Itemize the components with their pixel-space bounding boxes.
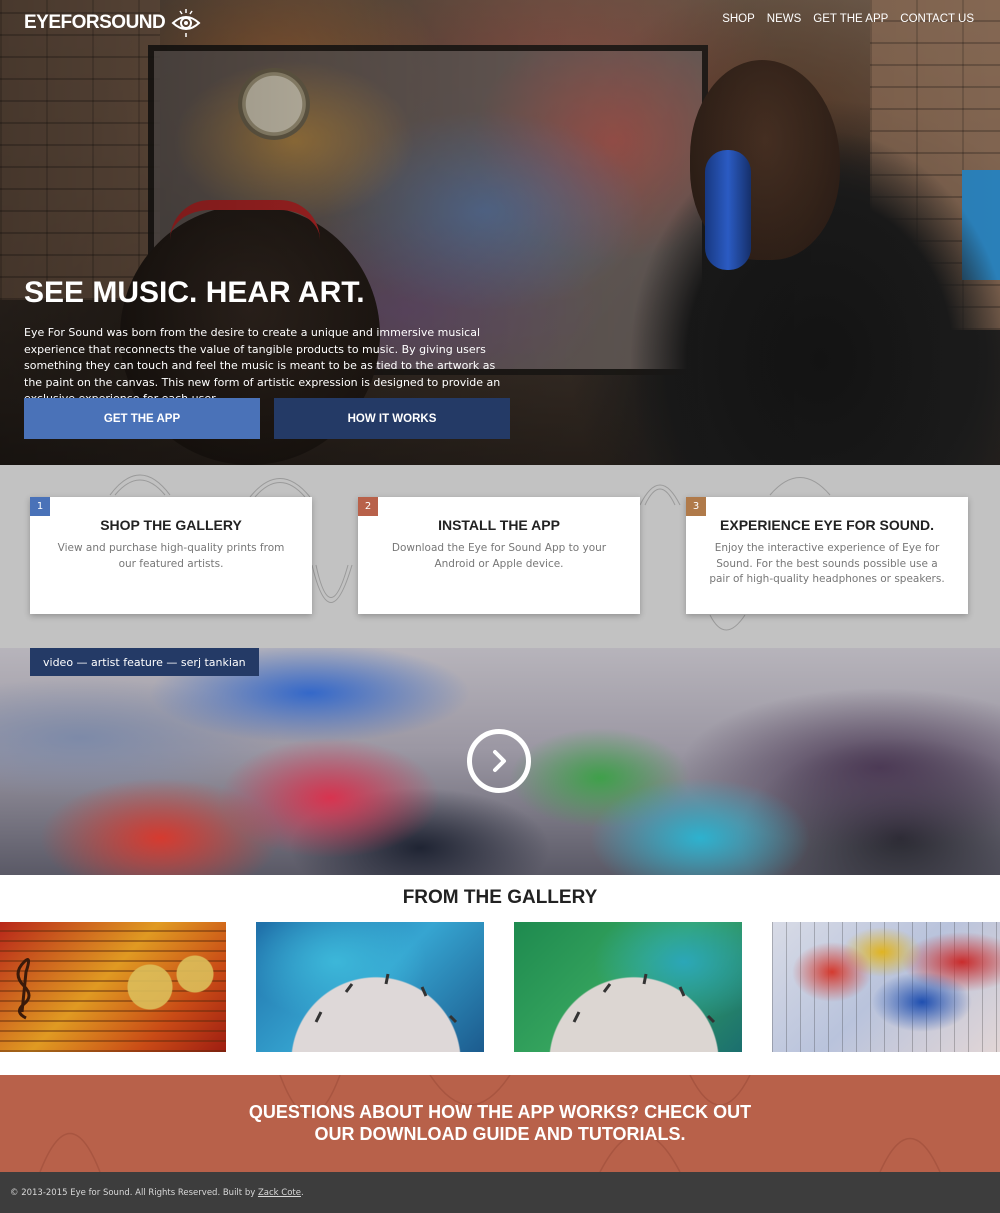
clock-artwork-icon [572,973,716,1024]
step-text: View and purchase high-quality prints fr… [57,542,285,570]
nav-news[interactable]: NEWS [767,13,802,25]
hero-description: Eye For Sound was born from the desire t… [24,326,501,405]
main-nav: SHOP NEWS GET THE APP CONTACT US [722,13,974,25]
copyright-suffix: . [300,1188,304,1198]
step-text: Enjoy the interactive experience of Eye … [709,542,945,585]
step-title: INSTALL THE APP [438,517,560,533]
gallery-artwork-4[interactable] [772,922,1000,1052]
play-button[interactable] [467,729,531,793]
cta-line-2: OUR DOWNLOAD GUIDE AND TUTORIALS. [314,1124,686,1144]
steps-section: 1 SHOP THE GALLERY View and purchase hig… [0,465,1000,648]
gallery-artwork-3[interactable] [514,922,742,1052]
footer-copyright: © 2013-2015 Eye for Sound. All Rights Re… [10,1188,304,1198]
cta-text[interactable]: QUESTIONS ABOUT HOW THE APP WORKS? CHECK… [0,1101,1000,1145]
how-it-works-button[interactable]: HOW IT WORKS [274,398,510,439]
nav-get-the-app[interactable]: GET THE APP [813,13,888,25]
chevron-right-icon [493,750,506,772]
logo-text: EYEFORSOUND [24,12,166,33]
nav-contact-us[interactable]: CONTACT US [900,13,974,25]
cta-line-1: QUESTIONS ABOUT HOW THE APP WORKS? CHECK… [248,1102,752,1122]
gallery-title: FROM THE GALLERY [402,887,598,908]
author-link[interactable]: Zack Cote [258,1188,301,1198]
gallery-artwork-2[interactable] [256,922,484,1052]
step-number-badge: 2 [358,497,378,516]
get-the-app-button[interactable]: GET THE APP [24,398,260,439]
video-label: video — artist feature — serj tankian [30,648,259,676]
step-card-shop[interactable]: 1 SHOP THE GALLERY View and purchase hig… [30,497,312,614]
step-number-badge: 1 [30,497,50,516]
hero-title: SEE MUSIC. HEAR ART. [24,276,365,309]
step-text: Download the Eye for Sound App to your A… [391,542,607,570]
copyright-text: © 2013-2015 Eye for Sound. All Rights Re… [10,1188,256,1198]
nav-shop[interactable]: SHOP [722,13,755,25]
step-number-badge: 3 [686,497,706,516]
treble-clef-icon [16,958,31,1020]
eye-logo-icon [171,9,201,37]
clock-artwork-icon [314,973,458,1024]
step-card-experience[interactable]: 3 EXPERIENCE EYE FOR SOUND. Enjoy the in… [686,497,968,614]
gallery-artwork-1[interactable] [0,922,226,1052]
step-title: EXPERIENCE EYE FOR SOUND. [720,517,934,533]
site-logo[interactable]: EYEFORSOUND [24,8,201,38]
step-card-install[interactable]: 2 INSTALL THE APP Download the Eye for S… [358,497,640,614]
step-title: SHOP THE GALLERY [100,517,242,533]
